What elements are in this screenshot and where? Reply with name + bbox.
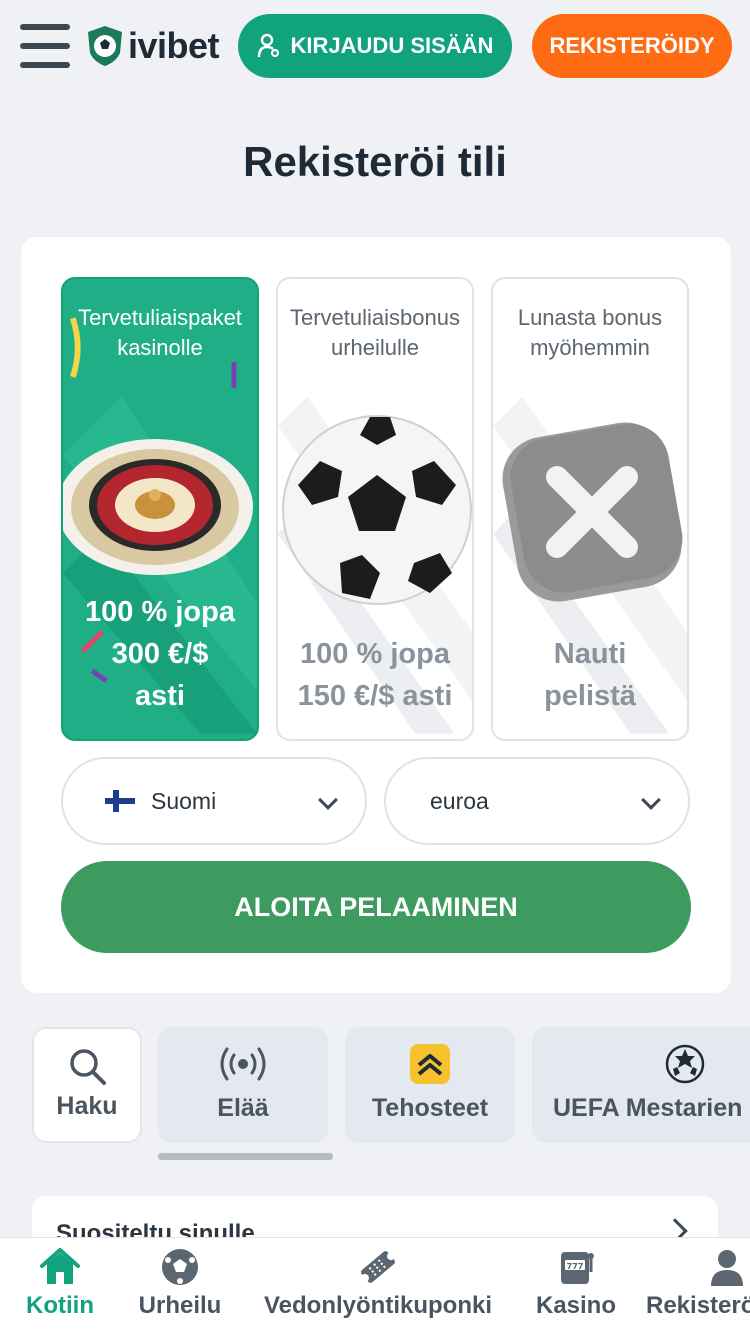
nav-label: Kotiin xyxy=(26,1292,94,1319)
category-label: Tehosteet xyxy=(371,1094,489,1122)
bonus-title: Tervetuliaisbonus urheilulle xyxy=(290,305,460,360)
roulette-icon xyxy=(63,439,253,575)
champions-league-icon xyxy=(665,1044,705,1084)
boost-icon xyxy=(410,1044,450,1084)
active-category-indicator xyxy=(158,1153,333,1160)
chevron-down-icon xyxy=(318,790,338,810)
bonus-title: Tervetuliaispaket kasinolle xyxy=(78,305,242,360)
category-search[interactable]: Haku xyxy=(32,1027,142,1143)
menu-icon[interactable] xyxy=(20,24,70,68)
soccer-ball-icon xyxy=(282,415,472,605)
registration-card: Tervetuliaispaket kasinolle 100 % jopa 3… xyxy=(21,237,731,993)
bonus-amount: 100 % jopa 300 €/$ asti xyxy=(85,596,235,712)
nav-label: Urheilu xyxy=(138,1292,222,1319)
currency-value: euroa xyxy=(430,787,489,814)
category-champions-league[interactable]: UEFA Mestarien xyxy=(532,1027,750,1143)
register-button[interactable]: REKISTERÖIDY xyxy=(532,14,732,78)
login-button[interactable]: KIRJAUDU SISÄÄN xyxy=(238,14,512,78)
page-title: Rekisteröi tili xyxy=(243,138,507,185)
nav-home[interactable]: Kotiin xyxy=(22,1238,98,1334)
soccer-ball-icon xyxy=(162,1249,198,1285)
country-value: Suomi xyxy=(151,787,217,814)
category-label: UEFA Mestarien xyxy=(553,1094,743,1122)
login-label: KIRJAUDU SISÄÄN xyxy=(290,33,494,58)
nav-register[interactable]: Rekisteröidy xyxy=(646,1238,750,1334)
search-icon xyxy=(70,1049,106,1085)
chevron-down-icon xyxy=(641,790,661,810)
category-label: Elää xyxy=(217,1094,269,1122)
user-icon xyxy=(711,1250,743,1286)
live-broadcast-icon xyxy=(220,1047,266,1081)
bonus-option-later[interactable]: Lunasta bonus myöhemmin Nauti pelistä xyxy=(491,277,689,741)
start-playing-button[interactable]: ALOITA PELAAMINEN xyxy=(61,861,691,953)
bonus-title: Lunasta bonus myöhemmin xyxy=(517,305,663,360)
logo-text: ivibet xyxy=(128,25,220,66)
user-key-icon xyxy=(257,33,279,58)
nav-label: Kasino xyxy=(535,1292,616,1319)
top-header: ivibet KIRJAUDU SISÄÄN REKISTERÖIDY xyxy=(0,0,750,96)
nav-label: Rekisteröidy xyxy=(646,1292,750,1319)
ivibet-logo[interactable]: ivibet xyxy=(86,24,220,68)
register-label: REKISTERÖIDY xyxy=(549,33,715,58)
svg-text:777: 777 xyxy=(567,1262,584,1271)
bonus-amount: Nauti pelistä xyxy=(544,638,636,712)
home-icon xyxy=(40,1248,80,1284)
category-boosts[interactable]: Tehosteet xyxy=(345,1027,515,1143)
country-select[interactable]: Suomi xyxy=(61,757,367,845)
bottom-navigation: Kotiin Urheilu Vedonlyöntikuponki 777 Ka… xyxy=(0,1237,750,1334)
ticket-icon xyxy=(360,1251,396,1283)
nav-sports[interactable]: Urheilu xyxy=(134,1238,226,1334)
nav-betslip[interactable]: Vedonlyöntikuponki xyxy=(250,1238,506,1334)
slot-machine-icon: 777 xyxy=(561,1252,594,1284)
logo-shield-icon xyxy=(88,26,122,66)
bonus-amount: 100 % jopa 150 €/$ asti xyxy=(297,638,453,712)
finland-flag-icon xyxy=(105,790,135,812)
category-live[interactable]: Elää xyxy=(158,1027,328,1143)
bonus-option-casino[interactable]: Tervetuliaispaket kasinolle 100 % jopa 3… xyxy=(61,277,259,741)
nav-label: Vedonlyöntikuponki xyxy=(263,1292,492,1319)
currency-select[interactable]: euroa xyxy=(384,757,690,845)
category-label: Haku xyxy=(56,1092,118,1120)
bonus-option-sports[interactable]: Tervetuliaisbonus urheilulle 100 % jopa … xyxy=(276,277,474,741)
close-icon xyxy=(502,422,683,602)
nav-casino[interactable]: 777 Kasino xyxy=(532,1238,620,1334)
